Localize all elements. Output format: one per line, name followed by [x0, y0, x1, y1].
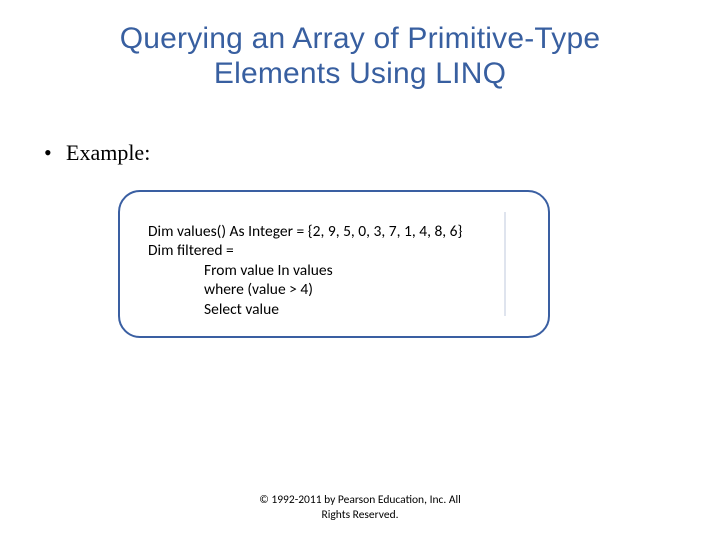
code-example-box: Dim values() As Integer = {2, 9, 5, 0, 3…	[118, 190, 550, 338]
bullet-text: Example:	[66, 140, 150, 165]
box-accent-line	[504, 212, 506, 316]
copyright-footer: © 1992-2011 by Pearson Education, Inc. A…	[0, 493, 720, 522]
title-line-1: Querying an Array of Primitive-Type	[120, 22, 601, 55]
bullet-marker: •	[44, 140, 66, 166]
footer-line-2: Rights Reserved.	[321, 508, 398, 522]
code-line-3: From value In values	[148, 261, 520, 280]
code-line-2: Dim filtered =	[148, 241, 520, 260]
title-line-2: Elements Using LINQ	[214, 57, 506, 90]
code-line-4: where (value > 4)	[148, 280, 520, 299]
slide: Querying an Array of Primitive-Type Elem…	[0, 0, 720, 540]
code-line-5: Select value	[148, 300, 520, 319]
code-line-1: Dim values() As Integer = {2, 9, 5, 0, 3…	[148, 222, 520, 241]
slide-title: Querying an Array of Primitive-Type Elem…	[0, 0, 720, 91]
example-bullet: •Example:	[44, 140, 150, 166]
footer-line-1: © 1992-2011 by Pearson Education, Inc. A…	[259, 493, 461, 507]
